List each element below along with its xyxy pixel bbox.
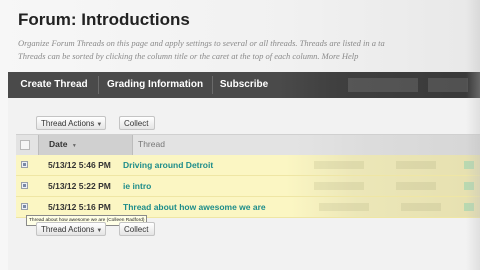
- date-column-header[interactable]: Date ▼: [38, 135, 133, 155]
- blurred-cell: [314, 161, 364, 169]
- blurred-cell: [401, 203, 441, 211]
- thread-link[interactable]: Driving around Detroit: [123, 155, 213, 175]
- chevron-down-icon: ▼: [96, 228, 103, 234]
- thread-link[interactable]: ie intro: [123, 176, 151, 196]
- date-header-label: Date: [49, 139, 68, 149]
- row-blurred-area: [286, 155, 480, 175]
- sort-caret-icon[interactable]: ▼: [72, 143, 77, 149]
- page-title: Forum: Introductions: [18, 10, 190, 29]
- create-thread-button[interactable]: Create Thread: [12, 72, 96, 98]
- subscribe-button[interactable]: Subscribe: [214, 72, 274, 98]
- blurred-cell: [396, 161, 436, 169]
- collect-button[interactable]: Collect: [119, 116, 155, 130]
- blurred-button: [348, 78, 418, 92]
- thread-actions-label: Thread Actions: [41, 225, 95, 234]
- select-all-checkbox[interactable]: [20, 140, 30, 150]
- row-blurred-area: [291, 197, 480, 217]
- action-separator: [98, 76, 99, 94]
- row-checkbox[interactable]: [21, 203, 28, 210]
- action-bar: Create Thread Grading Information Subscr…: [8, 72, 480, 99]
- row-date: 5/13/12 5:46 PM: [48, 160, 111, 170]
- table-row: 5/13/12 5:22 PM ie intro: [16, 176, 480, 197]
- chevron-down-icon: ▼: [96, 122, 103, 128]
- table-header: Date ▼ Thread: [16, 134, 480, 156]
- action-separator: [212, 76, 213, 94]
- row-checkbox[interactable]: [21, 161, 28, 168]
- blurred-button: [428, 78, 468, 92]
- row-blurred-area: [286, 176, 480, 196]
- thread-actions-button[interactable]: Thread Actions ▼: [36, 116, 106, 130]
- thread-actions-button-bottom[interactable]: Thread Actions ▼: [36, 222, 106, 236]
- row-date: 5/13/12 5:16 PM: [48, 202, 111, 212]
- description-line-2: Threads can be sorted by clicking the co…: [18, 51, 359, 61]
- screen-edge-shadow: [466, 0, 480, 270]
- thread-actions-label: Thread Actions: [41, 119, 95, 128]
- row-checkbox[interactable]: [21, 182, 28, 189]
- action-bar-blurred-area: [278, 72, 480, 98]
- blurred-cell: [319, 203, 369, 211]
- description-line-1: Organize Forum Threads on this page and …: [18, 38, 385, 48]
- page-description: Organize Forum Threads on this page and …: [18, 37, 480, 63]
- blurred-cell: [314, 182, 364, 190]
- thread-column-header[interactable]: Thread: [138, 135, 165, 155]
- row-date: 5/13/12 5:22 PM: [48, 181, 111, 191]
- table-row: 5/13/12 5:46 PM Driving around Detroit: [16, 155, 480, 176]
- thread-link[interactable]: Thread about how awesome we are: [123, 197, 266, 217]
- grading-information-button[interactable]: Grading Information: [100, 72, 210, 98]
- collect-button-bottom[interactable]: Collect: [119, 222, 155, 236]
- blurred-cell: [396, 182, 436, 190]
- header-blurred-area: [296, 135, 480, 155]
